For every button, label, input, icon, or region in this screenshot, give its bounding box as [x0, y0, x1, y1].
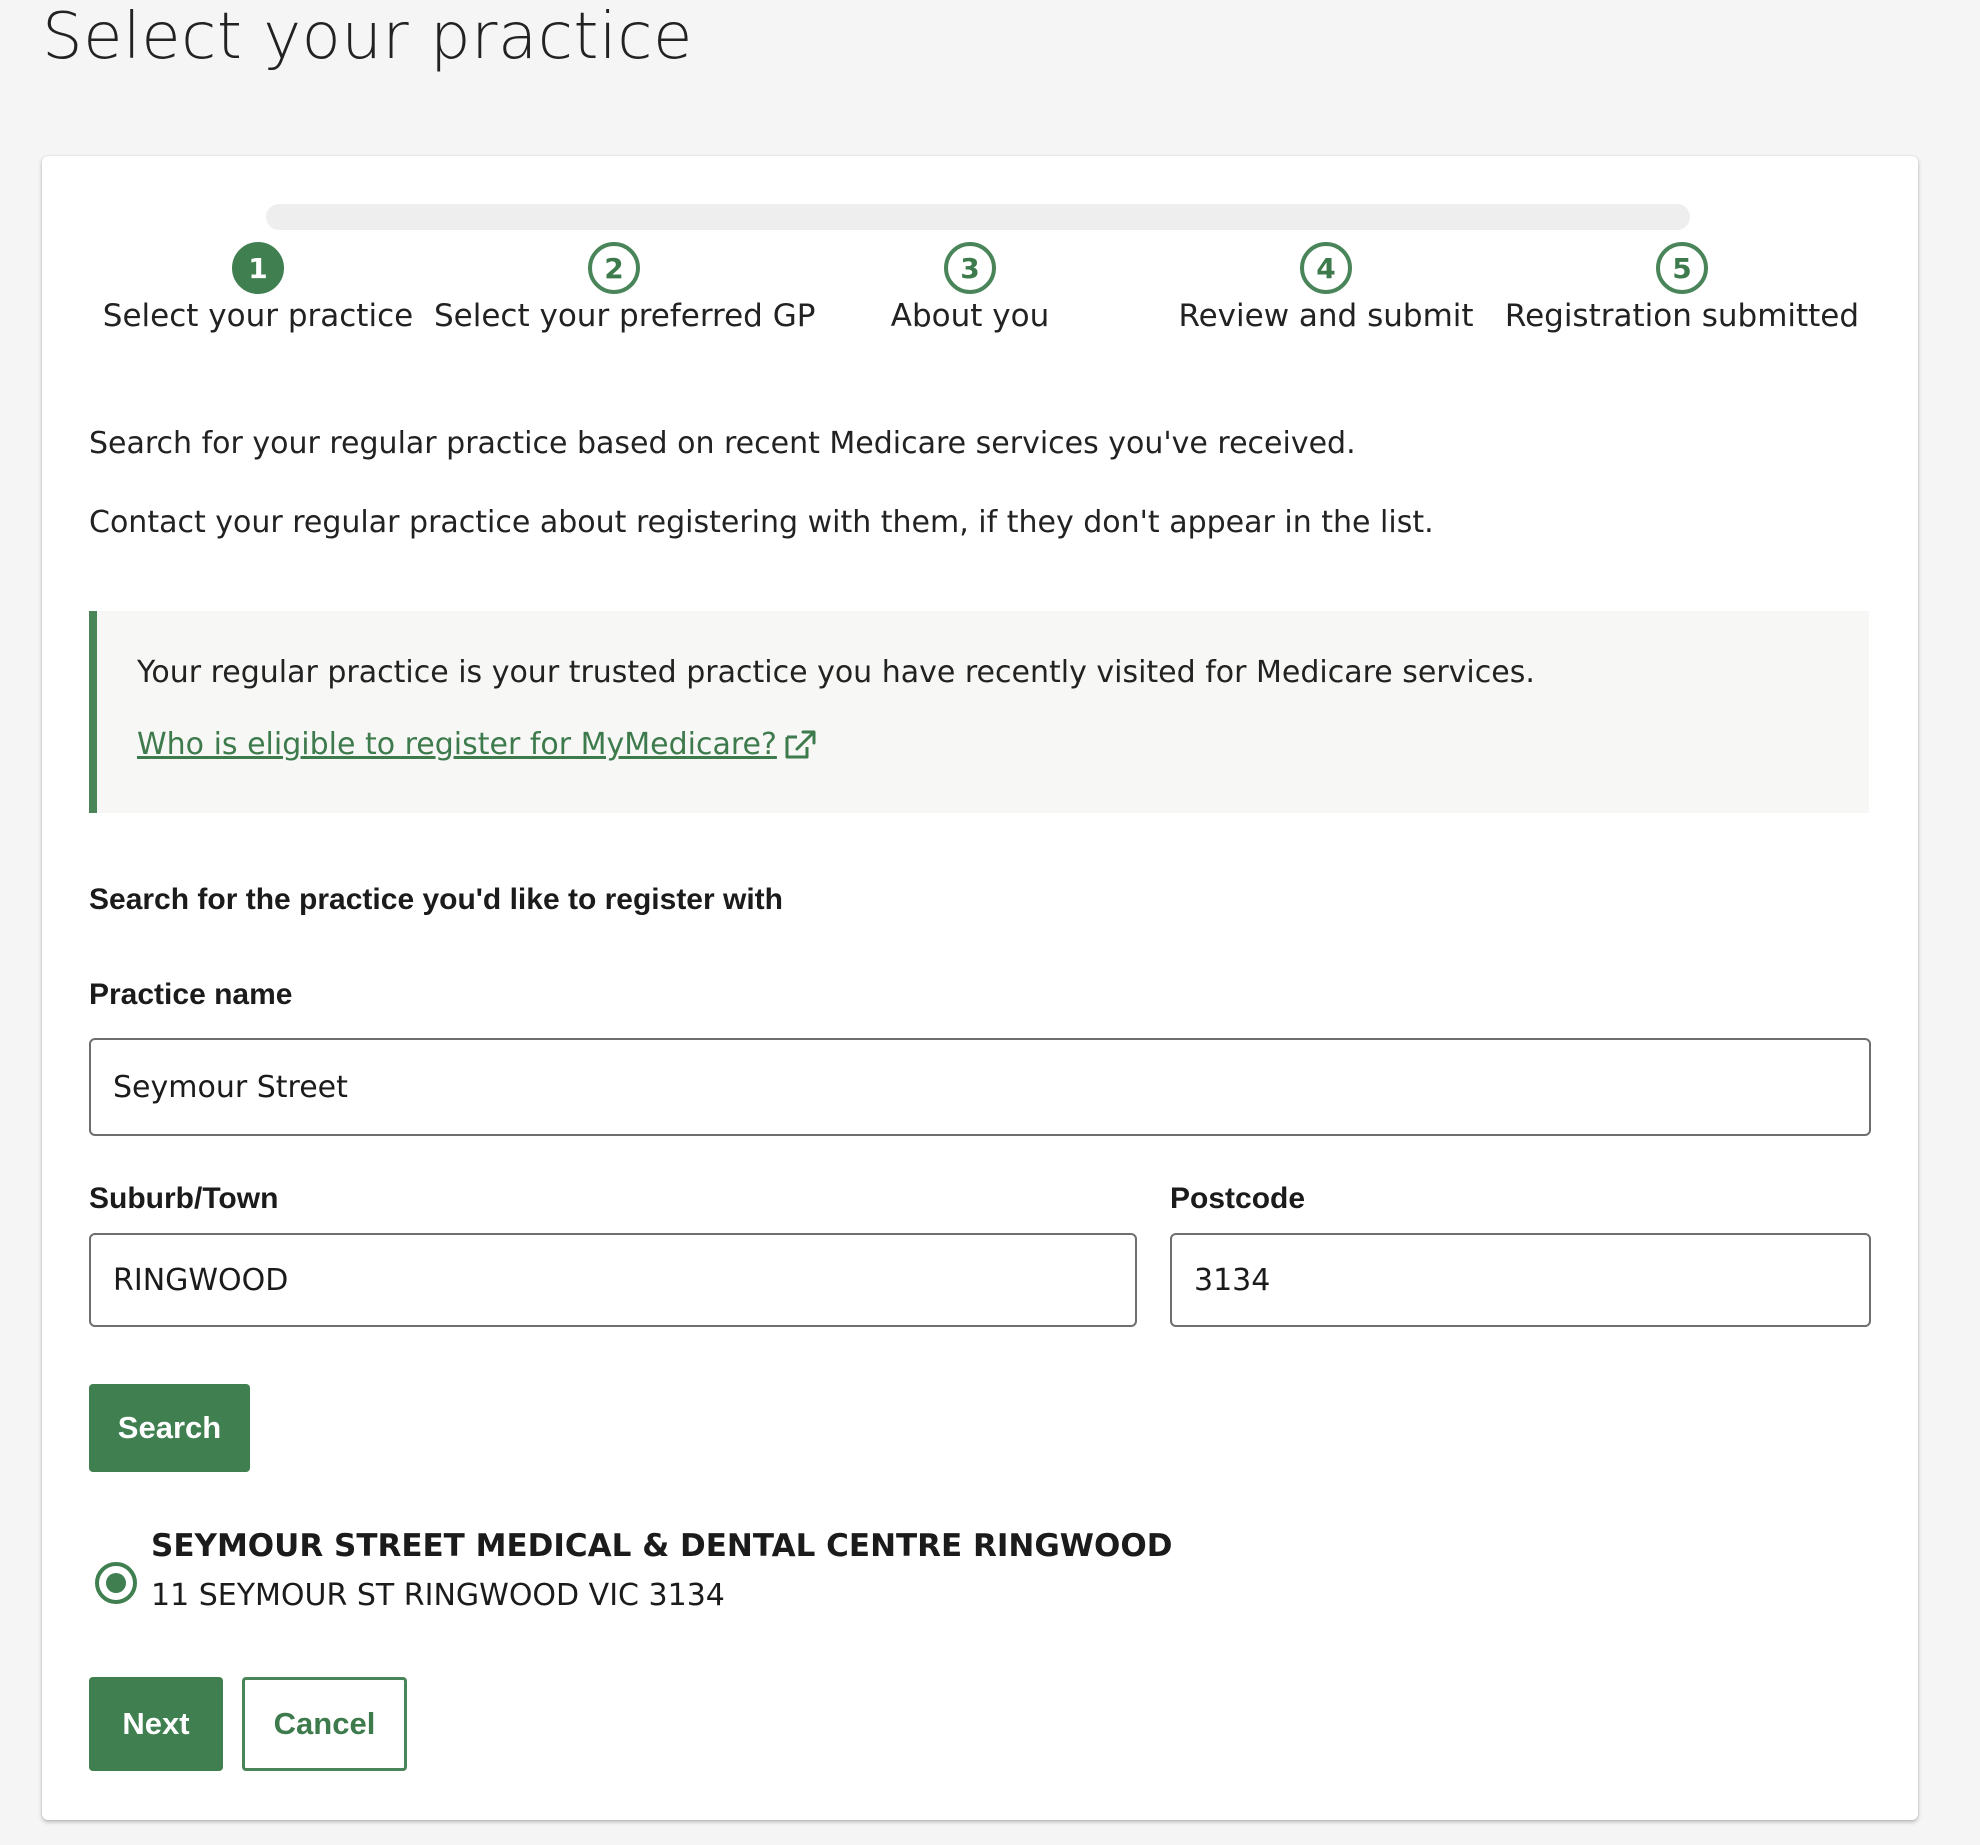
next-button[interactable]: Next — [89, 1677, 223, 1771]
search-button[interactable]: Search — [89, 1384, 250, 1472]
practice-radio[interactable] — [95, 1562, 137, 1604]
practice-result-address: 11 SEYMOUR ST RINGWOOD VIC 3134 — [151, 1578, 725, 1613]
practice-name-input[interactable] — [89, 1038, 1871, 1136]
practice-result-name: SEYMOUR STREET MEDICAL & DENTAL CENTRE R… — [151, 1528, 1173, 1564]
step-label: About you — [890, 298, 1050, 334]
step-label: Registration submitted — [1504, 298, 1860, 334]
cancel-button[interactable]: Cancel — [242, 1677, 407, 1771]
step-label: Select your preferred GP — [434, 298, 816, 334]
eligibility-link[interactable]: Who is eligible to register for MyMedica… — [137, 727, 817, 762]
step-about-you: 3 About you — [790, 242, 1150, 334]
step-number-badge: 4 — [1300, 242, 1352, 294]
intro-contact-text: Contact your regular practice about regi… — [89, 505, 1434, 540]
practice-name-label: Practice name — [89, 978, 293, 1011]
step-number-badge: 2 — [588, 242, 640, 294]
info-callout: Your regular practice is your trusted pr… — [89, 611, 1869, 813]
step-select-practice: 1 Select your practice — [78, 242, 438, 334]
eligibility-link-label: Who is eligible to register for MyMedica… — [137, 727, 777, 762]
step-number-badge: 1 — [232, 242, 284, 294]
step-label: Select your practice — [102, 298, 414, 334]
step-label: Review and submit — [1178, 298, 1474, 334]
step-registration-submitted: 5 Registration submitted — [1502, 242, 1862, 334]
intro-text: Search for your regular practice based o… — [89, 426, 1356, 461]
postcode-label: Postcode — [1170, 1182, 1306, 1215]
step-number-badge: 5 — [1656, 242, 1708, 294]
practice-result-option[interactable]: SEYMOUR STREET MEDICAL & DENTAL CENTRE R… — [89, 1528, 1289, 1638]
suburb-input[interactable] — [89, 1233, 1137, 1327]
suburb-label: Suburb/Town — [89, 1182, 279, 1215]
step-number-badge: 3 — [944, 242, 996, 294]
step-review-submit: 4 Review and submit — [1146, 242, 1506, 334]
stepper-progress-track — [266, 204, 1690, 230]
registration-card: 1 Select your practice 2 Select your pre… — [42, 156, 1918, 1820]
page-title: Select your practice — [42, 0, 693, 74]
postcode-input[interactable] — [1170, 1233, 1871, 1327]
radio-selected-dot — [106, 1573, 126, 1593]
external-link-icon — [785, 730, 816, 758]
search-section-heading: Search for the practice you'd like to re… — [89, 883, 783, 916]
callout-text: Your regular practice is your trusted pr… — [137, 655, 1535, 690]
step-select-gp: 2 Select your preferred GP — [434, 242, 816, 334]
